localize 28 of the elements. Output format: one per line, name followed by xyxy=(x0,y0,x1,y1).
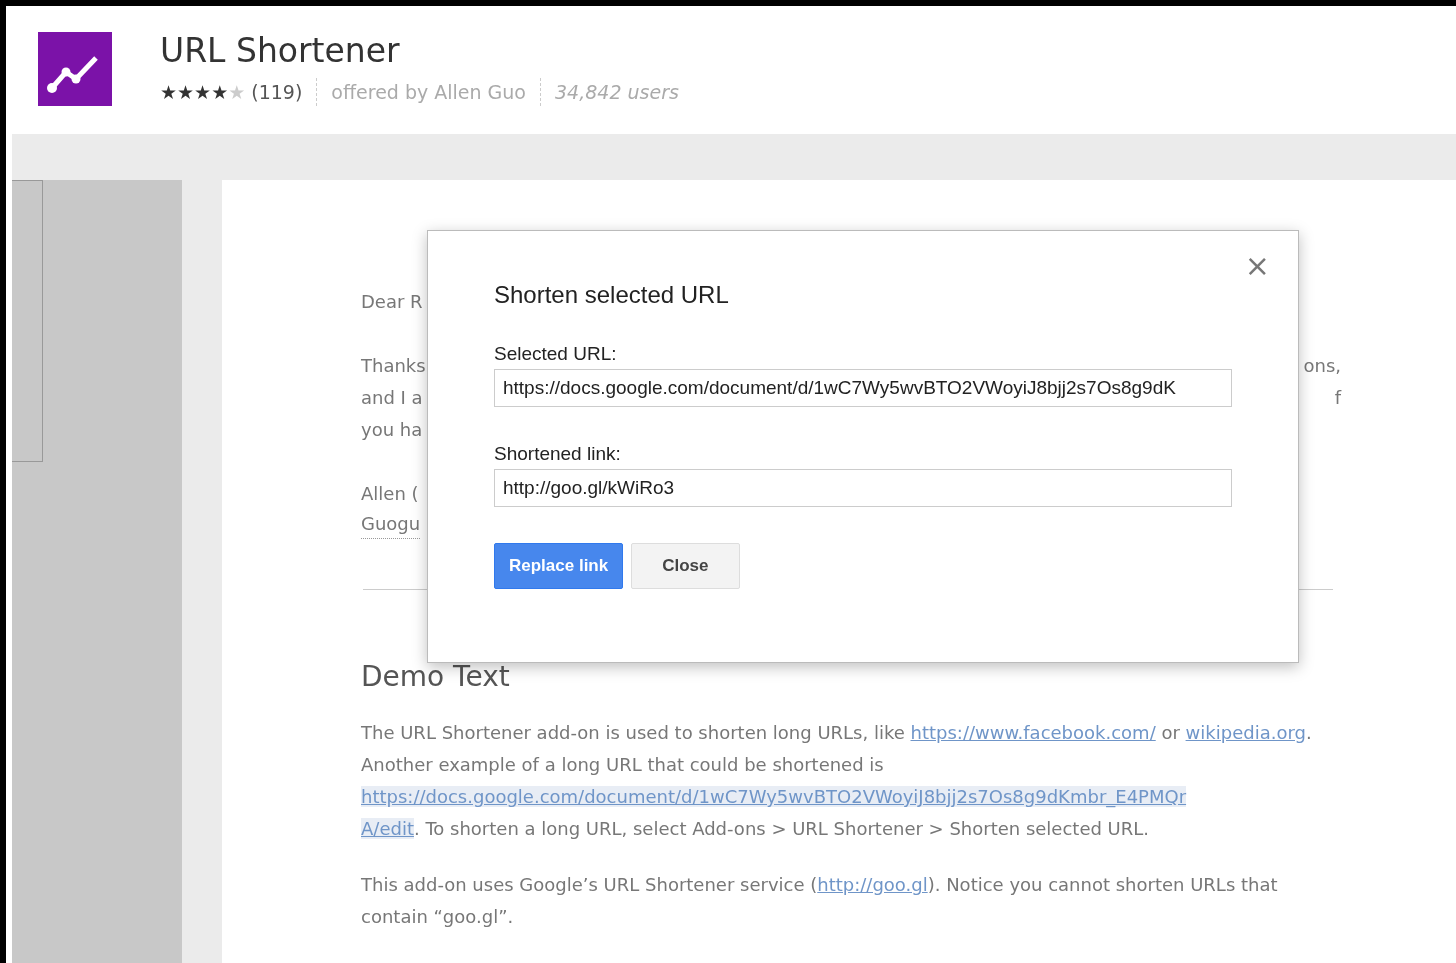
document-text: f xyxy=(1334,386,1341,410)
link[interactable]: A/edit xyxy=(361,818,414,839)
offered-by: offered by Allen Guo xyxy=(331,81,526,103)
input-field[interactable]: https://docs.google.com/document/d/1wC7Wy5wvBTO2VWoyiJ8bjj2s7Os8g9dK xyxy=(494,369,1232,407)
user-count: 34,842 users xyxy=(555,81,679,103)
paragraph: The URL Shortener add-on is used to shorten long URLs, like https://www.facebook.com/ or wikipedia.org. Another example of a long URL that could be shortened is https://docs.google.com/document/d/1wC7Wy5wvBTO2VWoyiJ8bjj2s7Os8g9dKmbr_E4PMQr A/edit. To shorten a long URL, select Add-ons > URL Shortener > Shorten selected URL. xyxy=(361,721,1313,841)
document-text: Thanks xyxy=(361,354,426,378)
section-heading: Demo Text xyxy=(361,660,511,693)
document-text: you ha xyxy=(361,418,423,442)
close-button[interactable]: Close xyxy=(631,543,740,589)
link[interactable]: https://www.facebook.com/ xyxy=(910,722,1156,743)
replace-button[interactable]: Replace link xyxy=(494,543,624,589)
document-text: ons, xyxy=(1303,354,1341,378)
document-text: Guogu xyxy=(361,510,421,539)
document-text: Dear R xyxy=(361,290,423,314)
document-text: Allen ( xyxy=(361,482,419,506)
dialog-title: Shorten selected URL xyxy=(494,281,730,309)
link[interactable]: https://docs.google.com/document/d/1wC7Wy5wvBTO2VWoyiJ8bjj2s7Os8g9dKmbr_E4PMQr xyxy=(361,786,1187,807)
link[interactable]: wikipedia.org xyxy=(1185,722,1306,743)
field-label: Shortened link: xyxy=(494,443,622,465)
link[interactable]: http://goo.gl xyxy=(817,874,928,895)
extension-title: URL Shortener xyxy=(160,32,401,70)
field-label: Selected URL: xyxy=(494,343,618,365)
star-rating: ★★★★★ xyxy=(160,81,246,103)
input-field[interactable]: http://goo.gl/kWiRo3 xyxy=(494,469,1232,507)
paragraph: This add-on uses Google’s URL Shortener service (http://goo.gl). Notice you cannot shorten URLs that contain “goo.gl”. xyxy=(361,873,1279,929)
document-text: and I a xyxy=(361,386,423,410)
rating-count: (119) xyxy=(251,81,303,103)
